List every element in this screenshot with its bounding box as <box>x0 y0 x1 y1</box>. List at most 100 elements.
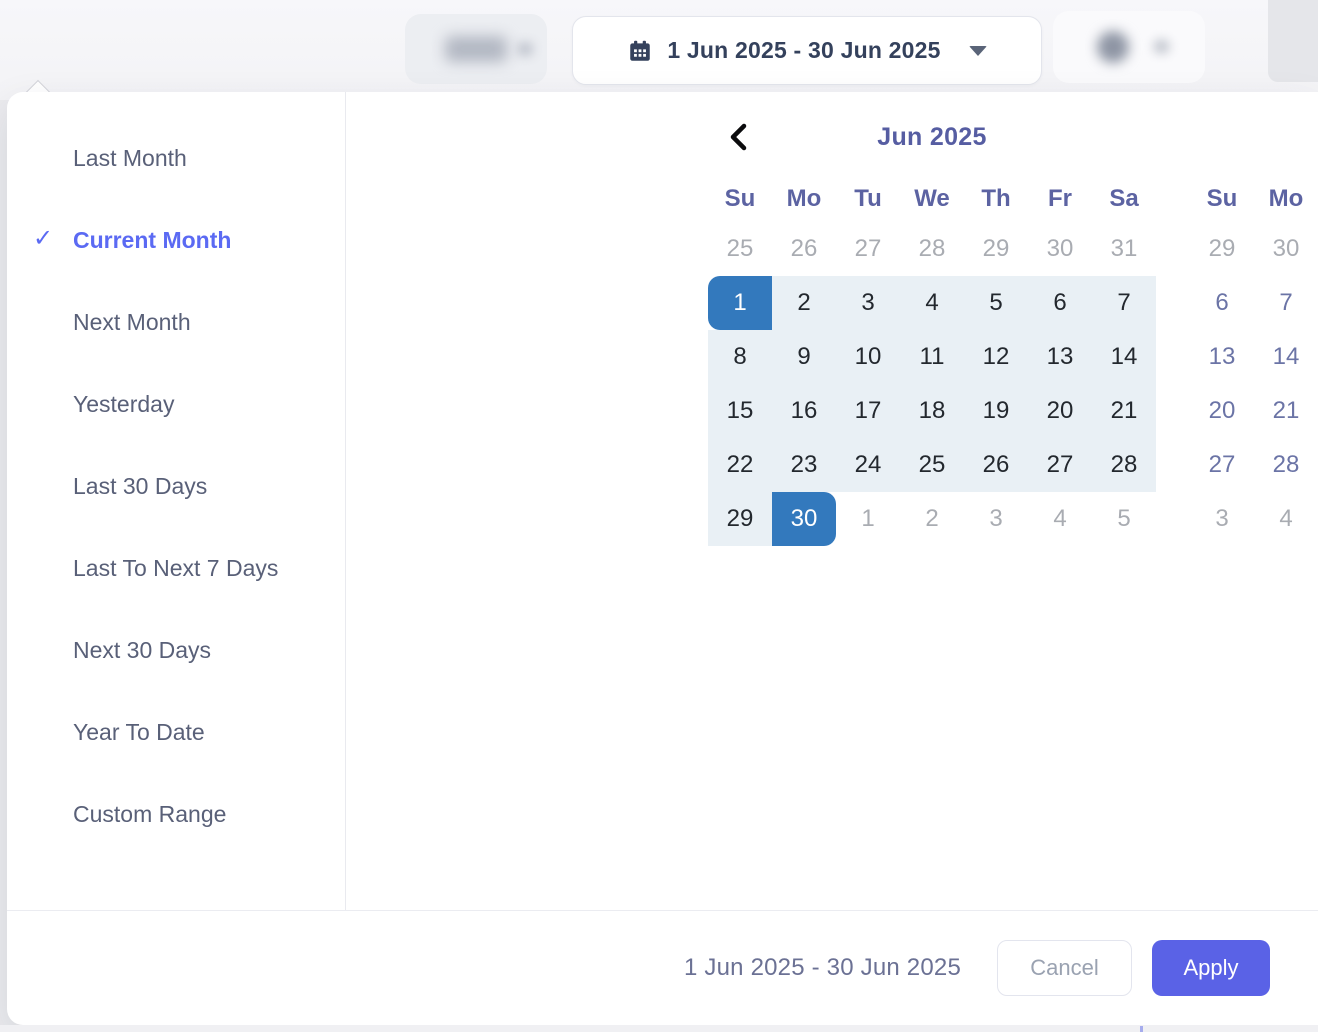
preset-label: Next Month <box>73 309 191 335</box>
day-cell[interactable]: 26 <box>772 222 836 276</box>
day-cell[interactable]: 13 <box>1028 330 1092 384</box>
weekday-header: Th <box>964 178 1028 220</box>
day-cell[interactable]: 2 <box>772 276 836 330</box>
preset-label: Last 30 Days <box>73 473 207 499</box>
day-cell[interactable]: 28 <box>1254 438 1318 492</box>
preset-year-to-date[interactable]: Year To Date <box>73 717 283 747</box>
preset-last-to-next-7-days[interactable]: Last To Next 7 Days <box>73 553 283 583</box>
preset-custom-range[interactable]: Custom Range <box>73 799 283 829</box>
day-cell[interactable]: 27 <box>1028 438 1092 492</box>
day-cell[interactable]: 20 <box>1028 384 1092 438</box>
day-cell[interactable]: 6 <box>1028 276 1092 330</box>
preset-current-month[interactable]: ✓Current Month <box>73 225 283 255</box>
day-cell[interactable]: 30 <box>772 492 836 546</box>
day-cell[interactable]: 20 <box>1190 384 1254 438</box>
day-cell[interactable]: 2 <box>900 492 964 546</box>
day-cell[interactable]: 1 <box>708 276 772 330</box>
weekday-header: Su <box>1190 178 1254 220</box>
day-cell[interactable]: 30 <box>1028 222 1092 276</box>
day-cell[interactable]: 19 <box>964 384 1028 438</box>
day-cell[interactable]: 22 <box>708 438 772 492</box>
day-cell[interactable]: 25 <box>900 438 964 492</box>
day-cell[interactable]: 3 <box>964 492 1028 546</box>
day-cell[interactable]: 4 <box>900 276 964 330</box>
day-cell[interactable]: 25 <box>708 222 772 276</box>
day-cell[interactable]: 15 <box>708 384 772 438</box>
day-cell[interactable]: 27 <box>1190 438 1254 492</box>
day-cell[interactable]: 17 <box>836 384 900 438</box>
month-calendar-jun: Jun 2025 SuMoTuWeThFrSa 2526272829303112… <box>708 116 1156 546</box>
day-cell[interactable]: 7 <box>1254 276 1318 330</box>
blurred-filter-text <box>445 36 507 62</box>
calendar-icon <box>627 38 653 64</box>
day-cell[interactable]: 21 <box>1092 384 1156 438</box>
day-cell[interactable]: 31 <box>1092 222 1156 276</box>
selected-range-label: 1 Jun 2025 - 30 Jun 2025 <box>684 954 961 982</box>
blurred-user-menu[interactable] <box>1053 11 1205 83</box>
calendar-panel: Jun 2025 SuMoTuWeThFrSa 2526272829303112… <box>346 92 1318 910</box>
day-cell[interactable]: 1 <box>836 492 900 546</box>
day-cell[interactable]: 13 <box>1190 330 1254 384</box>
avatar <box>1097 31 1129 63</box>
day-cell[interactable]: 7 <box>1092 276 1156 330</box>
chevron-down-icon <box>517 42 533 56</box>
weekday-header: Sa <box>1092 178 1156 220</box>
day-cell[interactable]: 27 <box>836 222 900 276</box>
date-range-popup: Last Month ✓Current Month Next Month Yester… <box>7 92 1318 1025</box>
preset-label: Current Month <box>73 227 231 253</box>
day-cell[interactable]: 10 <box>836 330 900 384</box>
day-cell[interactable]: 8 <box>708 330 772 384</box>
chevron-down-icon <box>1153 39 1170 54</box>
blurred-filter-dropdown[interactable] <box>405 14 547 84</box>
day-cell[interactable]: 5 <box>964 276 1028 330</box>
day-cell[interactable]: 26 <box>964 438 1028 492</box>
day-cell[interactable]: 12 <box>964 330 1028 384</box>
date-range-button[interactable]: 1 Jun 2025 - 30 Jun 2025 <box>572 16 1042 85</box>
month-title: Jun 2025 <box>708 116 1156 158</box>
weekday-header-row: SuMoTuWeThFrSa <box>708 178 1156 220</box>
date-range-picker-screen: 1 Jun 2025 - 30 Jun 2025 Last Month ✓Curr… <box>0 0 1318 1032</box>
apply-button[interactable]: Apply <box>1152 940 1270 996</box>
day-cell[interactable]: 21 <box>1254 384 1318 438</box>
day-cell[interactable]: 3 <box>836 276 900 330</box>
day-cell[interactable]: 28 <box>1092 438 1156 492</box>
day-cell[interactable]: 24 <box>836 438 900 492</box>
preset-next-month[interactable]: Next Month <box>73 307 283 337</box>
day-cell[interactable]: 18 <box>900 384 964 438</box>
day-cell[interactable]: 9 <box>772 330 836 384</box>
day-cell[interactable]: 16 <box>772 384 836 438</box>
weekday-header: Su <box>708 178 772 220</box>
day-cell[interactable]: 29 <box>708 492 772 546</box>
day-cell[interactable]: 30 <box>1254 222 1318 276</box>
day-cell[interactable]: 23 <box>772 438 836 492</box>
weekday-header: Mo <box>1254 178 1318 220</box>
weekday-header: Fr <box>1028 178 1092 220</box>
preset-list: Last Month ✓Current Month Next Month Yester… <box>7 92 346 910</box>
date-range-button-label: 1 Jun 2025 - 30 Jun 2025 <box>667 37 940 64</box>
month-title: Jul 2025 <box>1190 116 1318 158</box>
preset-yesterday[interactable]: Yesterday <box>73 389 283 419</box>
preset-label: Yesterday <box>73 391 174 417</box>
day-cell[interactable]: 29 <box>1190 222 1254 276</box>
day-cell[interactable]: 14 <box>1254 330 1318 384</box>
preset-last-30-days[interactable]: Last 30 Days <box>73 471 283 501</box>
topbar: 1 Jun 2025 - 30 Jun 2025 <box>0 0 1318 100</box>
preset-label: Last To Next 7 Days <box>73 555 278 581</box>
day-cell[interactable]: 11 <box>900 330 964 384</box>
day-cell[interactable]: 4 <box>1028 492 1092 546</box>
day-grid: 2526272829303112345678910111213141516171… <box>708 222 1156 546</box>
day-cell[interactable]: 29 <box>964 222 1028 276</box>
weekday-header: Mo <box>772 178 836 220</box>
chevron-down-icon <box>969 46 987 56</box>
day-cell[interactable]: 4 <box>1254 492 1318 546</box>
preset-last-month[interactable]: Last Month <box>73 143 283 173</box>
cancel-button[interactable]: Cancel <box>997 940 1132 996</box>
day-cell[interactable]: 14 <box>1092 330 1156 384</box>
day-cell[interactable]: 3 <box>1190 492 1254 546</box>
topbar-right-panel <box>1268 0 1318 82</box>
preset-next-30-days[interactable]: Next 30 Days <box>73 635 283 665</box>
day-cell[interactable]: 5 <box>1092 492 1156 546</box>
day-cell[interactable]: 28 <box>900 222 964 276</box>
month-calendar-jul: Jul 2025 SuMoTuWeThFrSa 2930123456789101… <box>1190 116 1318 546</box>
day-cell[interactable]: 6 <box>1190 276 1254 330</box>
